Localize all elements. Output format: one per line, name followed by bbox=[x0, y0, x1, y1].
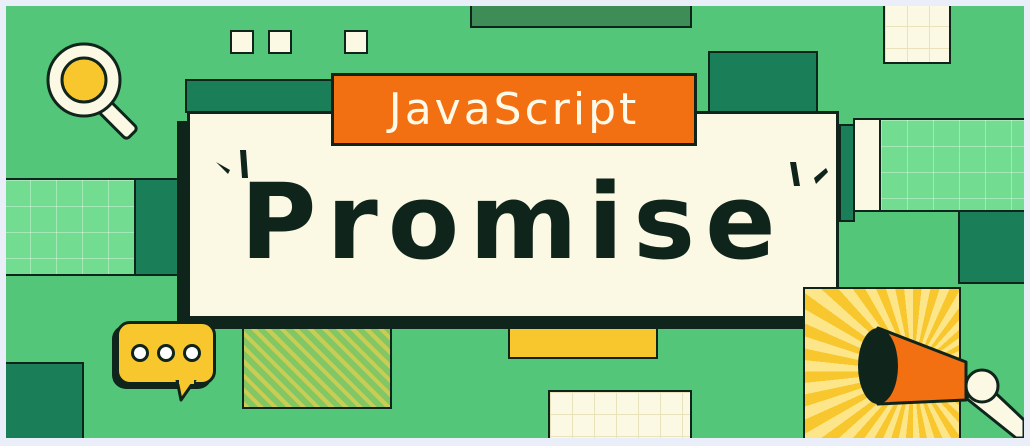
small-square bbox=[268, 30, 292, 54]
left-light-block bbox=[6, 178, 136, 276]
magnifier-icon bbox=[46, 42, 138, 140]
right-cream-strip bbox=[853, 118, 881, 212]
javascript-tag-label: JavaScript bbox=[388, 84, 640, 135]
bubble-dot bbox=[131, 344, 149, 362]
small-square bbox=[230, 30, 254, 54]
bubble-dot bbox=[157, 344, 175, 362]
bottom-cream-block bbox=[548, 390, 692, 438]
top-right-cream-block bbox=[883, 6, 951, 64]
right-light-block bbox=[879, 118, 1024, 212]
small-square bbox=[344, 30, 368, 54]
right-dark-block bbox=[958, 210, 1024, 284]
top-green-block bbox=[470, 6, 692, 28]
bubble-tail-icon bbox=[175, 380, 197, 402]
promise-banner: Promise JavaScript bbox=[6, 6, 1024, 438]
yellow-strip-block bbox=[508, 317, 658, 359]
header-strip-block bbox=[185, 79, 345, 113]
page-frame: Promise JavaScript bbox=[0, 0, 1030, 446]
banner-title: Promise bbox=[240, 161, 786, 283]
javascript-tag: JavaScript bbox=[331, 73, 697, 146]
left-dark-block bbox=[134, 178, 184, 276]
bubble-dot bbox=[183, 344, 201, 362]
megaphone-icon bbox=[858, 326, 1024, 438]
hatched-block bbox=[242, 317, 392, 409]
left-accent-marks-icon bbox=[216, 150, 248, 178]
bottom-left-dark-block bbox=[6, 362, 84, 438]
chat-bubble-icon bbox=[116, 321, 216, 402]
right-accent-marks-icon bbox=[790, 162, 828, 186]
